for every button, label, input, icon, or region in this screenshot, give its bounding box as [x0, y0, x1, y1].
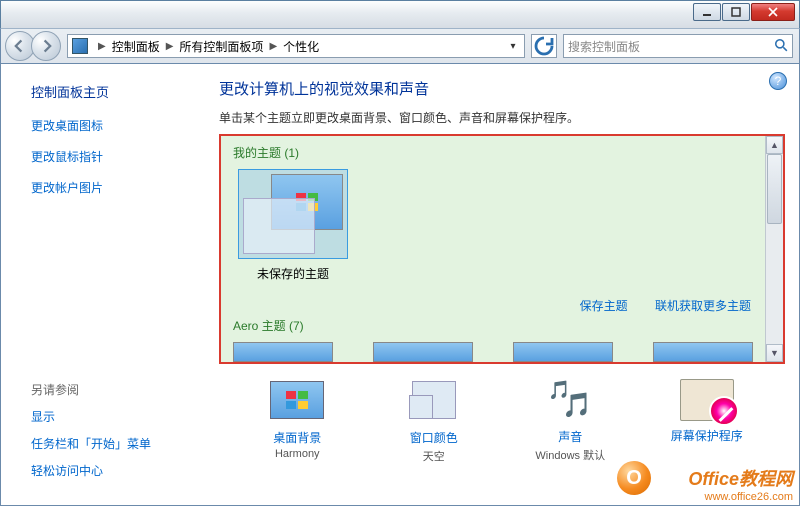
aero-theme-thumb[interactable] — [513, 342, 613, 362]
wallpaper-icon — [270, 381, 324, 419]
breadcrumb-leaf[interactable]: 个性化 — [281, 38, 321, 55]
search-input[interactable]: 搜索控制面板 — [563, 34, 793, 58]
scroll-up-button[interactable]: ▲ — [766, 136, 783, 154]
scroll-track[interactable] — [766, 154, 783, 344]
sounds-label: 声音 — [510, 428, 630, 445]
address-toolbar: ▶ 控制面板 ▶ 所有控制面板项 ▶ 个性化 ▾ 搜索控制面板 — [0, 28, 800, 64]
see-also-taskbar[interactable]: 任务栏和「开始」菜单 — [31, 435, 151, 452]
main-content: 更改计算机上的视觉效果和声音 单击某个主题立即更改桌面背景、窗口颜色、声音和屏幕… — [201, 64, 799, 505]
breadcrumb-root[interactable]: 控制面板 — [110, 38, 162, 55]
sounds-icon — [548, 380, 592, 420]
page-subtext: 单击某个主题立即更改桌面背景、窗口颜色、声音和屏幕保护程序。 — [219, 109, 785, 126]
window-titlebar — [0, 0, 800, 28]
close-button[interactable] — [751, 3, 795, 21]
sidebar-link-mouse-pointers[interactable]: 更改鼠标指针 — [31, 148, 189, 165]
minimize-button[interactable] — [693, 3, 721, 21]
desktop-background-value: Harmony — [237, 448, 357, 460]
save-theme-link[interactable]: 保存主题 — [580, 299, 628, 313]
nav-buttons — [5, 31, 61, 61]
themes-scrollbar[interactable]: ▲ ▼ — [765, 136, 783, 362]
control-panel-icon — [72, 38, 88, 54]
scroll-down-button[interactable]: ▼ — [766, 344, 783, 362]
screensaver-icon — [680, 379, 734, 421]
screensaver-label: 屏幕保护程序 — [647, 427, 767, 444]
address-bar[interactable]: ▶ 控制面板 ▶ 所有控制面板项 ▶ 个性化 ▾ — [67, 34, 525, 58]
window-color-shortcut[interactable]: 窗口颜色 天空 — [374, 378, 494, 464]
sidebar-see-also: 另请参阅 显示 任务栏和「开始」菜单 轻松访问中心 — [31, 381, 151, 489]
desktop-background-label: 桌面背景 — [237, 429, 357, 446]
chevron-right-icon: ▶ — [265, 41, 281, 52]
see-also-title: 另请参阅 — [31, 381, 151, 398]
chevron-right-icon: ▶ — [162, 41, 178, 52]
sidebar-link-account-picture[interactable]: 更改帐户图片 — [31, 179, 189, 196]
sidebar: 控制面板主页 更改桌面图标 更改鼠标指针 更改帐户图片 另请参阅 显示 任务栏和… — [1, 64, 201, 505]
see-also-ease-of-access[interactable]: 轻松访问中心 — [31, 462, 151, 479]
search-icon[interactable] — [774, 38, 788, 55]
window-body: ? 控制面板主页 更改桌面图标 更改鼠标指针 更改帐户图片 另请参阅 显示 任务… — [0, 64, 800, 506]
window-preview-icon — [243, 198, 315, 254]
scroll-thumb[interactable] — [767, 154, 782, 224]
sounds-value: Windows 默认 — [510, 447, 630, 463]
desktop-background-shortcut[interactable]: 桌面背景 Harmony — [237, 378, 357, 464]
settings-shortcuts: 桌面背景 Harmony 窗口颜色 天空 声音 Windows 默认 屏幕保护程… — [219, 378, 785, 464]
aero-themes-group-title: Aero 主题 (7) — [233, 317, 304, 334]
my-themes-group-title: 我的主题 (1) — [233, 144, 753, 161]
window-color-icon — [412, 381, 456, 419]
aero-themes-strip — [233, 342, 753, 362]
sidebar-link-desktop-icons[interactable]: 更改桌面图标 — [31, 117, 189, 134]
forward-button[interactable] — [31, 31, 61, 61]
chevron-right-icon: ▶ — [94, 41, 110, 52]
sounds-shortcut[interactable]: 声音 Windows 默认 — [510, 378, 630, 464]
window-color-label: 窗口颜色 — [374, 429, 494, 446]
aero-theme-thumb[interactable] — [233, 342, 333, 362]
themes-list: 我的主题 (1) 未保存的主题 保存主题 联机获取更多主题 Aero 主题 (7… — [221, 136, 765, 362]
aero-theme-thumb[interactable] — [373, 342, 473, 362]
maximize-button[interactable] — [722, 3, 750, 21]
see-also-display[interactable]: 显示 — [31, 408, 151, 425]
search-placeholder: 搜索控制面板 — [568, 38, 640, 55]
theme-unsaved[interactable]: 未保存的主题 — [233, 169, 353, 282]
themes-panel: 我的主题 (1) 未保存的主题 保存主题 联机获取更多主题 Aero 主题 (7… — [219, 134, 785, 364]
aero-theme-thumb[interactable] — [653, 342, 753, 362]
address-dropdown-icon[interactable]: ▾ — [504, 41, 522, 52]
breadcrumb-mid[interactable]: 所有控制面板项 — [177, 38, 265, 55]
sidebar-title: 控制面板主页 — [31, 82, 189, 101]
screensaver-shortcut[interactable]: 屏幕保护程序 — [647, 378, 767, 464]
theme-actions: 保存主题 联机获取更多主题 — [556, 297, 751, 314]
page-heading: 更改计算机上的视觉效果和声音 — [219, 78, 785, 99]
online-themes-link[interactable]: 联机获取更多主题 — [655, 299, 751, 313]
window-color-value: 天空 — [374, 448, 494, 464]
theme-thumbnail — [238, 169, 348, 259]
refresh-button[interactable] — [531, 34, 557, 58]
theme-label: 未保存的主题 — [257, 267, 329, 281]
